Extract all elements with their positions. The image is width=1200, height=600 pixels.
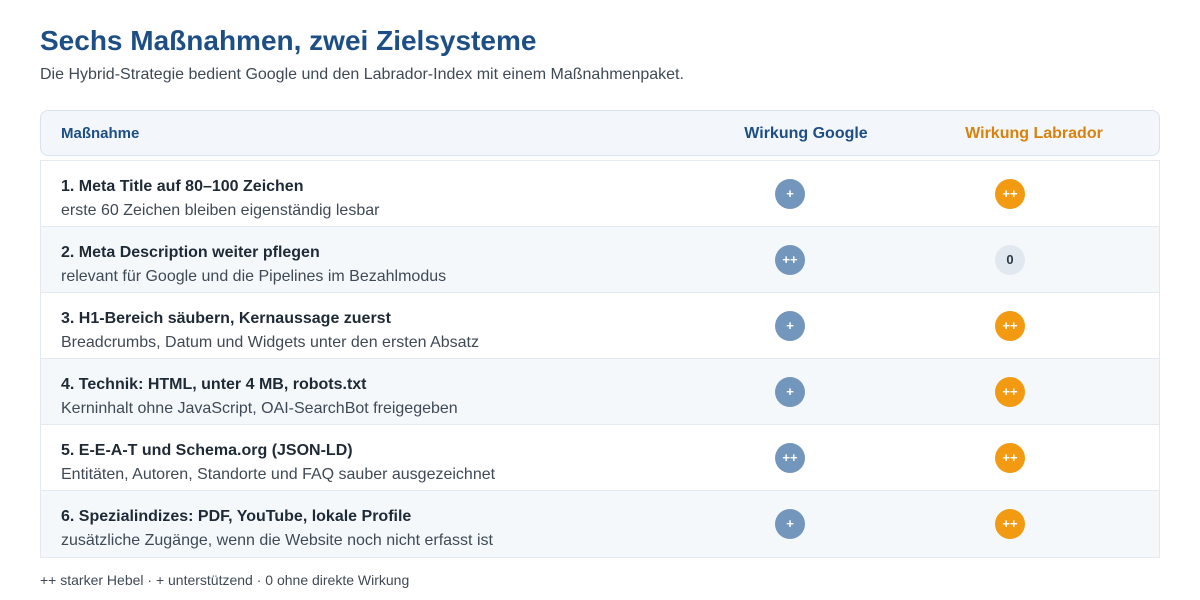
measure-description: Entitäten, Autoren, Standorte und FAQ sa… (61, 466, 496, 483)
legend-note: ++ starker Hebel · + unterstützend · 0 o… (40, 572, 410, 588)
labrador-impact-badge: 0 (995, 245, 1025, 275)
column-header-labrador: Wirkung Labrador (965, 125, 1103, 142)
measure-description: erste 60 Zeichen bleiben eigenständig le… (61, 202, 380, 219)
table-row: 6. Spezialindizes: PDF, YouTube, lokale … (41, 491, 1159, 557)
google-impact-badge: + (775, 377, 805, 407)
table-row: 5. E-E-A-T und Schema.org (JSON-LD) Enti… (41, 425, 1159, 491)
measures-table: Maßnahme Wirkung Google Wirkung Labrador… (40, 110, 1160, 558)
column-header-google: Wirkung Google (744, 125, 868, 142)
measure-description: Kerninhalt ohne JavaScript, OAI-SearchBo… (61, 400, 458, 417)
measure-title: 3. H1-Bereich säubern, Kernaussage zuers… (61, 310, 391, 327)
measure-description: relevant für Google und die Pipelines im… (61, 268, 447, 285)
column-header-measure: Maßnahme (61, 125, 140, 142)
measure-title: 6. Spezialindizes: PDF, YouTube, lokale … (61, 508, 412, 525)
page-title: Sechs Maßnahmen, zwei Zielsysteme (40, 25, 537, 56)
table-header: Maßnahme Wirkung Google Wirkung Labrador (40, 110, 1160, 156)
measure-title: 5. E-E-A-T und Schema.org (JSON-LD) (61, 442, 353, 459)
google-impact-badge: + (775, 311, 805, 341)
measure-title: 2. Meta Description weiter pflegen (61, 244, 320, 261)
table-body: 1. Meta Title auf 80–100 Zeichen erste 6… (40, 160, 1160, 558)
page-subtitle: Die Hybrid-Strategie bedient Google und … (40, 66, 684, 83)
google-impact-badge: ++ (775, 245, 805, 275)
measure-title: 1. Meta Title auf 80–100 Zeichen (61, 178, 304, 195)
measure-description: zusätzliche Zugänge, wenn die Website no… (61, 532, 493, 549)
table-row: 2. Meta Description weiter pflegen relev… (41, 227, 1159, 293)
labrador-impact-badge: ++ (995, 377, 1025, 407)
labrador-impact-badge: ++ (995, 443, 1025, 473)
google-impact-badge: ++ (775, 443, 805, 473)
labrador-impact-badge: ++ (995, 509, 1025, 539)
table-row: 1. Meta Title auf 80–100 Zeichen erste 6… (41, 161, 1159, 227)
measure-description: Breadcrumbs, Datum und Widgets unter den… (61, 334, 479, 351)
labrador-impact-badge: ++ (995, 311, 1025, 341)
google-impact-badge: + (775, 509, 805, 539)
table-row: 4. Technik: HTML, unter 4 MB, robots.txt… (41, 359, 1159, 425)
measure-title: 4. Technik: HTML, unter 4 MB, robots.txt (61, 376, 367, 393)
labrador-impact-badge: ++ (995, 179, 1025, 209)
table-row: 3. H1-Bereich säubern, Kernaussage zuers… (41, 293, 1159, 359)
google-impact-badge: + (775, 179, 805, 209)
